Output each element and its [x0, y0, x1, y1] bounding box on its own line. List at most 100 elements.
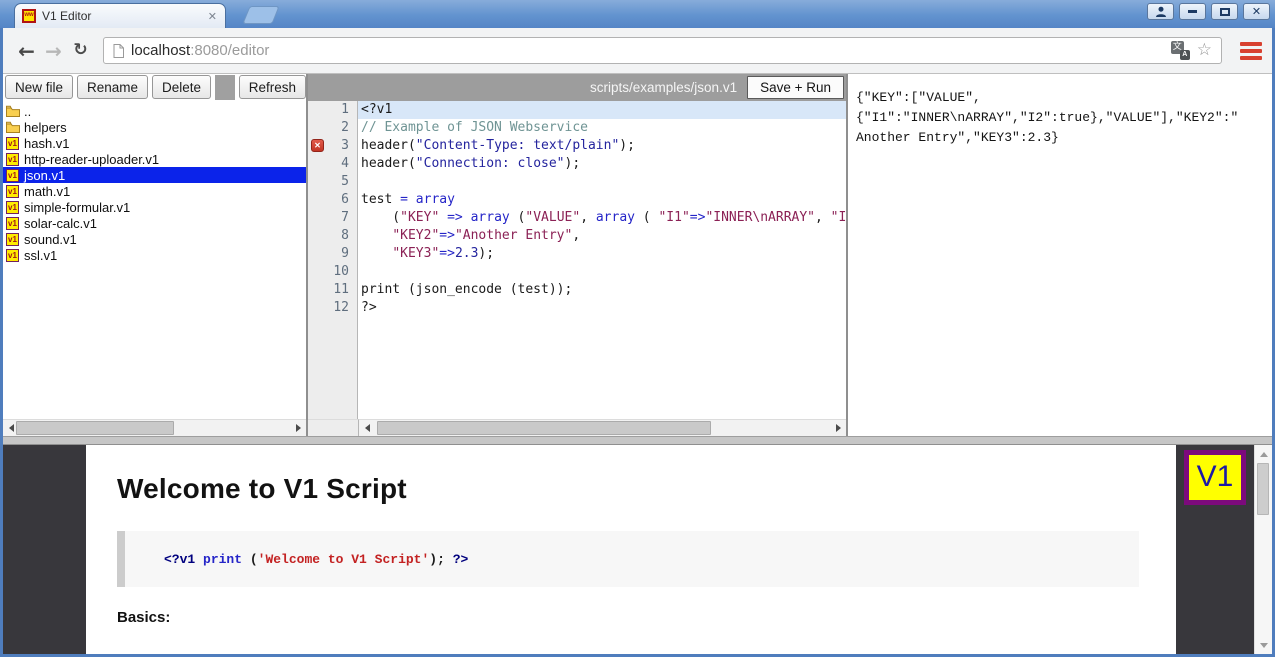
code-line[interactable]: test = array [361, 191, 846, 209]
line-number: 6 [308, 191, 357, 209]
scroll-left-arrow-icon[interactable] [359, 420, 375, 436]
preview-code: <?v1 print ('Welcome to V1 Script'); ?> [117, 531, 1139, 567]
line-number: 10 [308, 263, 357, 281]
v1-file-icon: v1 [6, 153, 20, 166]
new-file-button[interactable]: New file [5, 75, 73, 99]
error-icon: ✕ [311, 139, 324, 152]
file-name: simple-formular.v1 [24, 200, 130, 215]
file-name: sound.v1 [24, 232, 77, 247]
line-number: 11 [308, 281, 357, 299]
file-list-item[interactable]: .. [3, 103, 306, 119]
v1-file-icon: v1 [6, 201, 20, 214]
file-name: http-reader-uploader.v1 [24, 152, 159, 167]
scrollbar-thumb[interactable] [16, 421, 174, 435]
file-name: math.v1 [24, 184, 70, 199]
file-list-item[interactable]: v1 simple-formular.v1 [3, 199, 306, 215]
sidebar-horizontal-scrollbar[interactable] [3, 419, 306, 436]
browser-window: ww V1 Editor ✕ ✕ ← → ↻ localhost:8080/ed… [0, 0, 1275, 657]
folder-icon [6, 121, 20, 134]
reload-button[interactable]: ↻ [67, 42, 94, 59]
file-list-item[interactable]: v1solar-calc.v1 [3, 215, 306, 231]
rename-button[interactable]: Rename [77, 75, 148, 99]
code-line[interactable]: ("KEY" => array ("VALUE", array ( "I1"=>… [361, 209, 846, 227]
minimize-button[interactable] [1179, 3, 1206, 20]
file-list: ..helpersv1hash.v1 v1 http-reader-uploader… [3, 102, 306, 419]
forward-button[interactable]: → [40, 41, 67, 61]
maximize-icon [1220, 8, 1230, 16]
code-line[interactable]: print (json_encode (test)); [361, 281, 846, 299]
output-line: {"KEY":["VALUE", [856, 88, 1272, 108]
back-button[interactable]: ← [13, 41, 40, 61]
browser-tab[interactable]: ww V1 Editor ✕ [14, 3, 226, 28]
file-list-item[interactable]: v1 http-reader-uploader.v1 [3, 151, 306, 167]
line-number: 5 [308, 173, 357, 191]
file-list-item[interactable]: v1ssl.v1 [3, 247, 306, 263]
code-line[interactable] [361, 263, 846, 281]
scroll-down-arrow-icon[interactable] [1255, 637, 1272, 653]
preview-code-box: <?v1 print ('Welcome to V1 Script'); ?> [117, 531, 1139, 587]
page-icon [113, 44, 124, 58]
file-list-item[interactable]: v1 math.v1 [3, 183, 306, 199]
address-bar[interactable]: localhost:8080/editor 文A ☆ [103, 37, 1222, 64]
scrollbar-thumb[interactable] [1257, 463, 1269, 515]
profile-button[interactable] [1147, 3, 1174, 20]
window-controls: ✕ [1147, 3, 1270, 20]
v1-file-icon: v1 [6, 185, 20, 198]
file-list-item[interactable]: v1sound.v1 [3, 231, 306, 247]
v1-file-icon: v1 [6, 217, 20, 230]
file-name: json.v1 [24, 168, 65, 183]
url-text: localhost:8080/editor [131, 42, 269, 59]
line-number: 8 [308, 227, 357, 245]
toolbar-spacer [215, 75, 235, 100]
preview-vertical-scrollbar[interactable] [1254, 445, 1272, 654]
code-line[interactable]: "KEY3"=>2.3); [361, 245, 846, 263]
code-line[interactable]: header("Content-Type: text/plain"); [361, 137, 846, 155]
line-number: 4 [308, 155, 357, 173]
browser-toolbar: ← → ↻ localhost:8080/editor 文A ☆ [3, 28, 1272, 74]
translate-icon[interactable]: 文A [1171, 41, 1190, 60]
browser-menu-button[interactable] [1240, 42, 1262, 60]
preview-right-strip: V1 [1176, 445, 1254, 654]
editor-horizontal-scrollbar[interactable] [359, 419, 846, 436]
minimize-icon [1188, 10, 1197, 13]
file-list-item[interactable]: v1hash.v1 [3, 135, 306, 151]
bookmark-star-icon[interactable]: ☆ [1197, 42, 1212, 59]
forward-arrow-icon: → [45, 39, 62, 63]
line-number: 2 [308, 119, 357, 137]
line-number: 1 [308, 101, 357, 119]
save-run-button[interactable]: Save + Run [747, 76, 844, 99]
scroll-up-arrow-icon[interactable] [1255, 446, 1272, 462]
preview-left-strip [3, 445, 86, 654]
code-line[interactable]: <?v1 [358, 101, 846, 119]
editor-header: scripts/examples/json.v1 Save + Run [308, 74, 846, 101]
file-list-item[interactable]: v1json.v1 [3, 167, 306, 183]
scroll-right-arrow-icon[interactable] [830, 420, 846, 436]
titlebar: ww V1 Editor ✕ ✕ [0, 0, 1275, 28]
preview-heading: Welcome to V1 Script [117, 473, 1173, 505]
code-line[interactable]: "KEY2"=>"Another Entry", [361, 227, 846, 245]
editor-gutter: 123✕456789101112 [308, 101, 358, 419]
new-tab-button[interactable] [242, 6, 279, 24]
scrollbar-thumb[interactable] [377, 421, 711, 435]
code-line[interactable] [361, 173, 846, 191]
hamburger-bar [1240, 56, 1262, 60]
pane-splitter[interactable] [3, 436, 1272, 445]
code-area[interactable]: <?v1// Example of JSON Webserviceheader(… [358, 101, 846, 419]
delete-button[interactable]: Delete [152, 75, 211, 99]
refresh-button[interactable]: Refresh [239, 75, 306, 99]
line-number: 9 [308, 245, 357, 263]
code-line[interactable]: // Example of JSON Webservice [361, 119, 846, 137]
output-panel: {"KEY":["VALUE",{"I1":"INNER\nARRAY","I2… [848, 74, 1272, 436]
code-line[interactable]: ?> [361, 299, 846, 317]
file-list-item[interactable]: helpers [3, 119, 306, 135]
window-frame: ← → ↻ localhost:8080/editor 文A ☆ New fil… [0, 28, 1275, 657]
code-line[interactable]: header("Connection: close"); [361, 155, 846, 173]
maximize-button[interactable] [1211, 3, 1238, 20]
scroll-right-arrow-icon[interactable] [290, 420, 306, 436]
person-icon [1155, 6, 1167, 17]
gutter-corner [308, 419, 359, 436]
basics-label: Basics: [117, 609, 1173, 626]
url-host: localhost [131, 42, 190, 59]
close-button[interactable]: ✕ [1243, 3, 1270, 20]
tab-close-icon[interactable]: ✕ [207, 9, 218, 24]
